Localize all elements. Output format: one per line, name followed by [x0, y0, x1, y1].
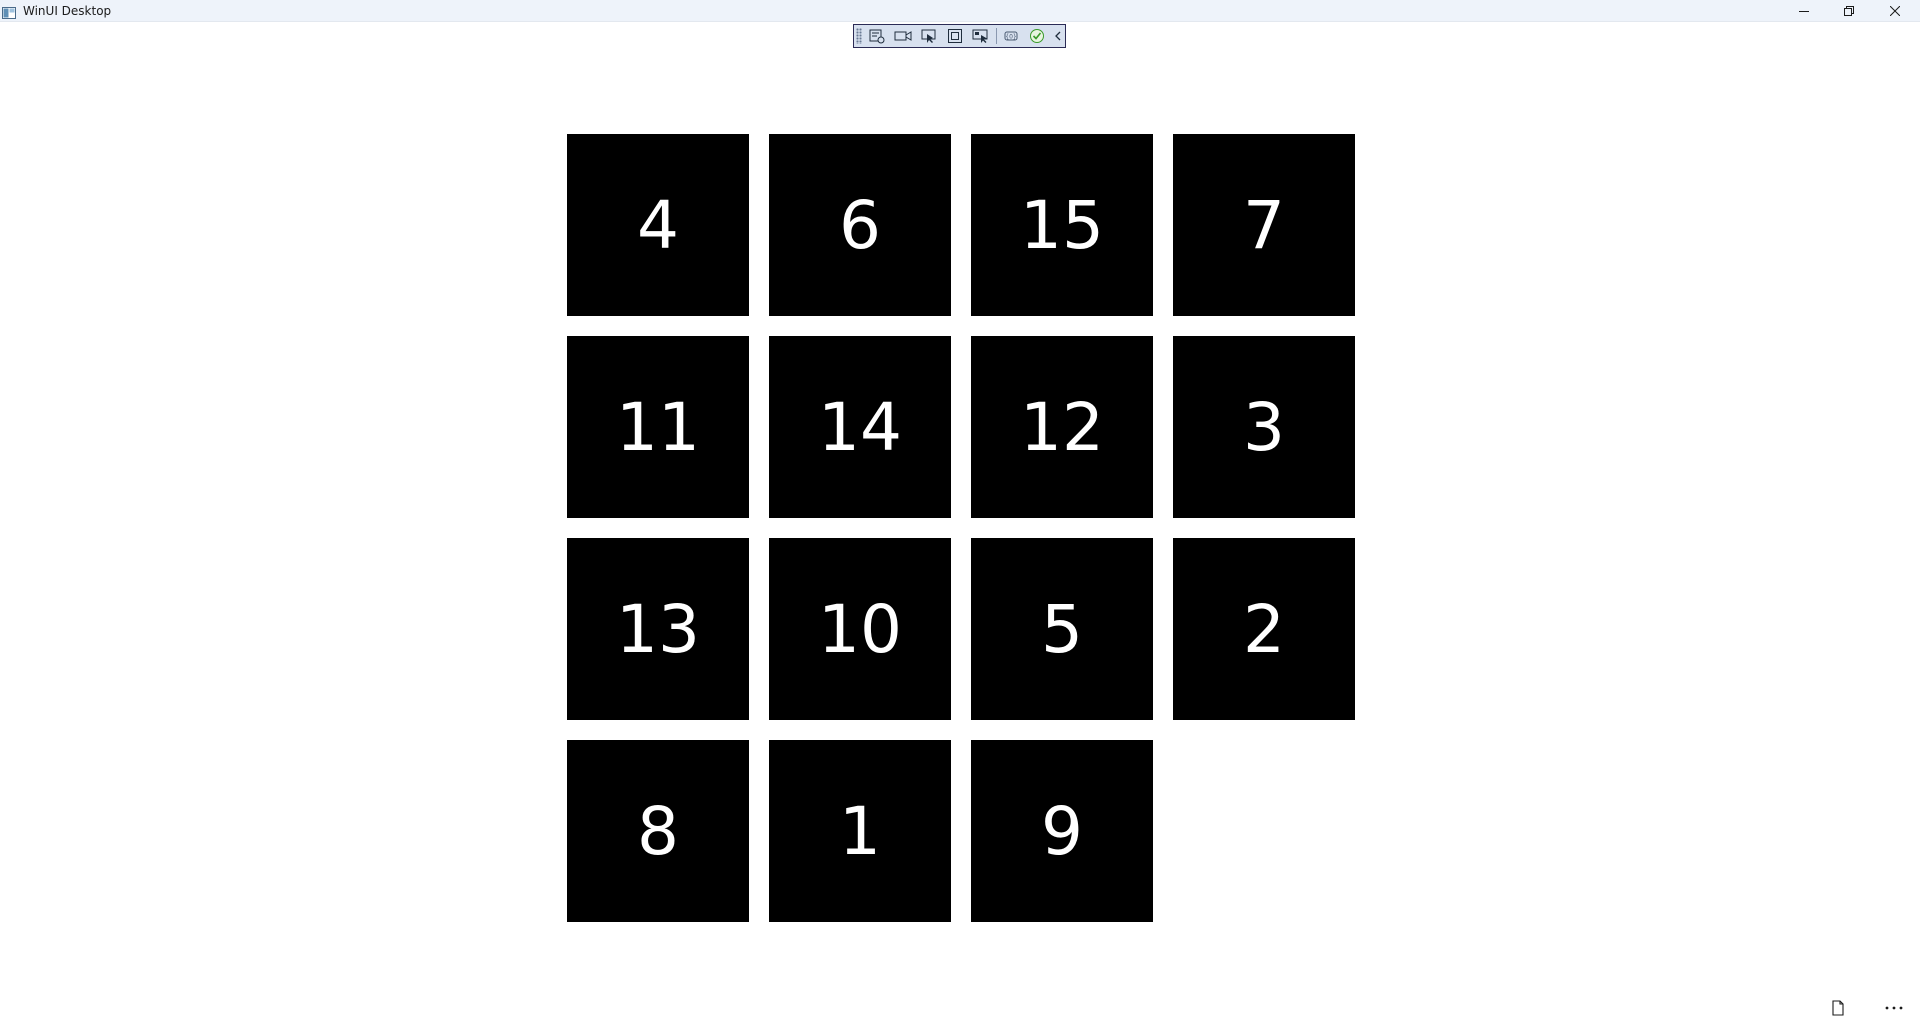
puzzle-tile[interactable]: 11 [567, 336, 749, 518]
puzzle-tile[interactable]: 3 [1173, 336, 1355, 518]
puzzle-board: 4 6 15 7 11 14 12 3 13 10 5 2 8 1 9 [567, 134, 1355, 922]
window-title: WinUI Desktop [23, 4, 112, 18]
more-icon [1885, 1006, 1903, 1010]
live-visual-tree-icon [869, 29, 885, 44]
tile-number: 7 [1243, 186, 1285, 264]
hot-reload-status-button[interactable] [1026, 26, 1048, 46]
record-icon [894, 31, 912, 41]
page-button[interactable] [1818, 992, 1858, 1024]
tile-number: 15 [1020, 186, 1104, 264]
puzzle-tile[interactable]: 10 [769, 538, 951, 720]
display-layout-adorners-button[interactable] [944, 26, 966, 46]
tile-number: 5 [1041, 590, 1083, 668]
puzzle-tile[interactable]: 14 [769, 336, 951, 518]
toolbar-separator [996, 28, 997, 44]
minimize-icon [1799, 11, 1809, 12]
page-icon [1832, 1000, 1844, 1016]
tile-number: 11 [616, 388, 700, 466]
puzzle-tile[interactable]: 2 [1173, 538, 1355, 720]
in-app-debug-toolbar: {0} [853, 24, 1066, 48]
restore-icon [1844, 6, 1854, 16]
puzzle-tile[interactable]: 4 [567, 134, 749, 316]
select-element-icon [921, 29, 936, 43]
restore-button[interactable] [1827, 0, 1871, 22]
svg-text:{0}: {0} [1005, 34, 1017, 41]
puzzle-tile[interactable]: 5 [971, 538, 1153, 720]
tile-number: 2 [1243, 590, 1285, 668]
binding-failures-button[interactable]: {0} [1000, 26, 1022, 46]
puzzle-tile[interactable]: 12 [971, 336, 1153, 518]
tile-number: 6 [839, 186, 881, 264]
track-focus-button[interactable] [970, 26, 992, 46]
tile-number: 3 [1243, 388, 1285, 466]
puzzle-tile[interactable]: 15 [971, 134, 1153, 316]
title-bar[interactable]: WinUI Desktop [0, 0, 1920, 22]
puzzle-tile[interactable]: 7 [1173, 134, 1355, 316]
tile-number: 8 [637, 792, 679, 870]
hot-reload-status-icon [1030, 29, 1044, 43]
tile-number: 12 [1020, 388, 1104, 466]
tile-number: 14 [818, 388, 902, 466]
puzzle-tile[interactable]: 13 [567, 538, 749, 720]
puzzle-tile[interactable]: 6 [769, 134, 951, 316]
display-layout-adorners-icon [948, 29, 962, 43]
record-button[interactable] [892, 26, 914, 46]
puzzle-tile[interactable]: 8 [567, 740, 749, 922]
tile-number: 9 [1041, 792, 1083, 870]
track-focus-icon [972, 29, 988, 43]
more-options-button[interactable] [1874, 992, 1914, 1024]
puzzle-tile[interactable]: 9 [971, 740, 1153, 922]
app-icon [2, 4, 16, 19]
select-element-button[interactable] [918, 26, 940, 46]
tile-number: 4 [637, 186, 679, 264]
minimize-button[interactable] [1782, 0, 1826, 22]
tile-number: 1 [839, 792, 881, 870]
collapse-chevron-icon [1055, 31, 1061, 41]
binding-failures-icon: {0} [1004, 31, 1018, 41]
collapse-toolbar-button[interactable] [1052, 26, 1064, 46]
live-visual-tree-button[interactable] [866, 26, 888, 46]
toolbar-grip[interactable] [856, 28, 862, 44]
puzzle-tile[interactable]: 1 [769, 740, 951, 922]
tile-number: 10 [818, 590, 902, 668]
tile-number: 13 [616, 590, 700, 668]
close-icon [1890, 6, 1900, 16]
empty-slot[interactable] [1173, 740, 1355, 922]
close-button[interactable] [1873, 0, 1917, 22]
